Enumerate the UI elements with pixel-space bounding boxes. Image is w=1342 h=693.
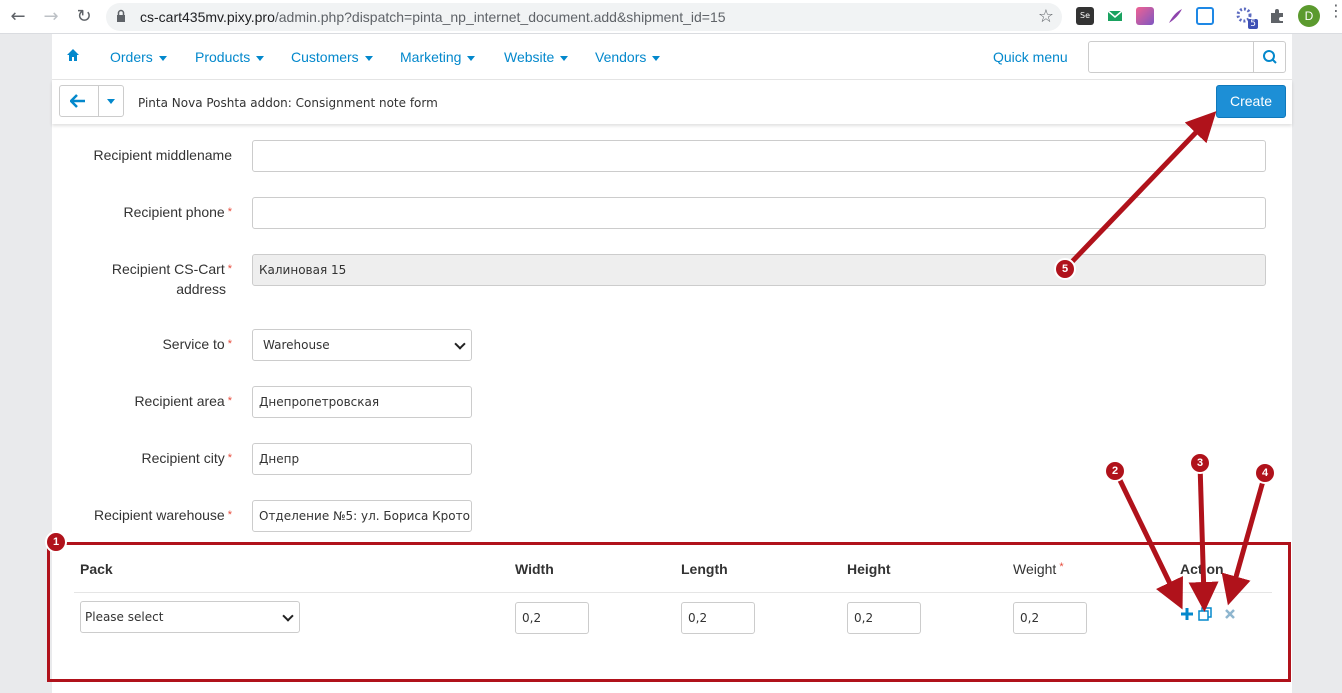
bookmark-star-icon[interactable]: ☆ [1038,6,1054,27]
back-button-group[interactable] [59,85,124,117]
search-icon [1263,50,1277,64]
annotation-badge: 3 [1189,452,1211,474]
nav-products[interactable]: Products [195,49,265,65]
chevron-down-icon [454,338,466,350]
nav-marketing[interactable]: Marketing [400,49,476,65]
nav-vendors[interactable]: Vendors [595,49,661,65]
nav-website[interactable]: Website [504,49,569,65]
middlename-input[interactable] [252,140,1266,172]
image-extension-icon[interactable] [1196,7,1214,25]
warehouse-label: Recipient warehouse * [93,507,232,523]
profile-avatar[interactable]: D [1298,5,1320,27]
area-input[interactable]: Днепропетровская [252,386,472,418]
service-select[interactable]: Warehouse [252,329,472,361]
address-input[interactable]: Калиновая 15 [252,254,1266,286]
admin-top-nav: Orders Products Customers Marketing Webs… [52,34,1292,80]
create-button[interactable]: Create [1216,85,1286,118]
annotation-highlight-box [47,542,1291,682]
quick-menu-link[interactable]: Quick menu [993,49,1068,65]
middlename-label: Recipient middlename [93,147,232,163]
annotation-badge: 5 [1054,258,1076,280]
area-label: Recipient area * [134,393,232,409]
home-icon[interactable] [66,48,80,62]
url-text: cs-cart435mv.pixy.pro/admin.php?dispatch… [140,9,726,25]
extension-badge: 5 [1248,19,1258,29]
service-label: Service to * [162,336,232,352]
search-button[interactable] [1253,42,1285,72]
back-arrow-icon[interactable] [70,94,86,108]
city-input[interactable]: Днепр [252,443,472,475]
feather-extension-icon[interactable] [1166,7,1184,25]
annotation-badge: 2 [1104,460,1126,482]
color-extension-icon[interactable] [1136,7,1154,25]
reload-icon[interactable]: ↻ [73,6,95,28]
lock-icon [117,9,125,22]
address-bar[interactable]: cs-cart435mv.pixy.pro/admin.php?dispatch… [106,3,1062,31]
selenium-extension-icon[interactable]: Se [1076,7,1094,25]
phone-label: Recipient phone * [123,204,232,220]
page-title: Pinta Nova Poshta addon: Consignment not… [138,96,438,110]
back-arrow-icon[interactable]: ← [7,6,29,28]
annotation-badge: 4 [1254,462,1276,484]
forward-arrow-icon[interactable]: → [40,6,62,28]
puzzle-extensions-icon[interactable] [1268,7,1286,25]
admin-search-input[interactable] [1088,41,1286,73]
gear-extension-icon[interactable]: 5 [1236,7,1258,29]
address-label: Recipient CS-Cart * address [111,261,232,297]
browser-toolbar: ← → ↻ cs-cart435mv.pixy.pro/admin.php?di… [0,0,1342,34]
nav-customers[interactable]: Customers [291,49,373,65]
browser-menu-icon[interactable]: ⋮ [1328,3,1342,19]
phone-input[interactable] [252,197,1266,229]
nav-orders[interactable]: Orders [110,49,167,65]
city-label: Recipient city * [141,450,232,466]
chevron-down-icon[interactable] [107,99,115,104]
warehouse-input[interactable]: Отделение №5: ул. Бориса Кротова [252,500,472,532]
annotation-badge: 1 [45,531,67,553]
mail-extension-icon[interactable] [1106,7,1124,25]
page-toolbar: Pinta Nova Poshta addon: Consignment not… [52,80,1292,124]
